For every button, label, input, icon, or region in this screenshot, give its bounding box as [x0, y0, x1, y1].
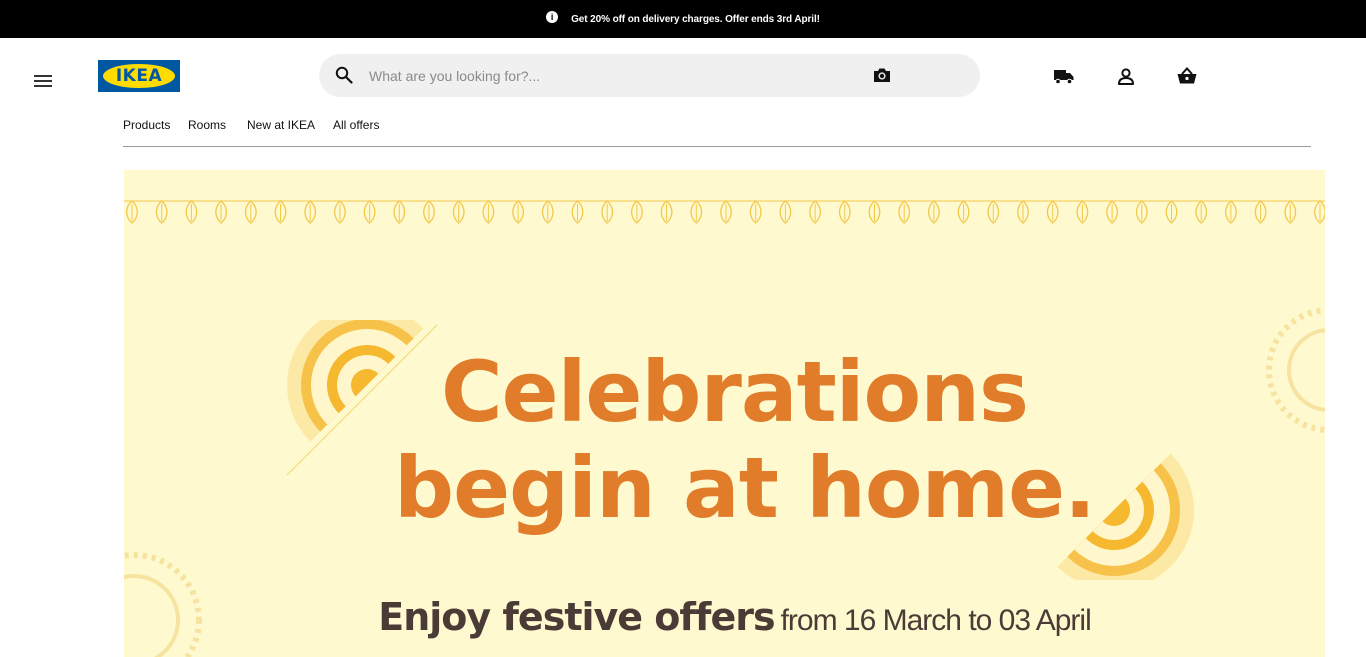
- announcement-text: Get 20% off on delivery charges. Offer e…: [571, 13, 820, 25]
- menu-icon[interactable]: [34, 74, 52, 88]
- banner-sub-dates: from 16 March to 03 April: [780, 604, 1092, 637]
- nav-all-offers[interactable]: All offers: [333, 118, 379, 136]
- banner-headline-line2: begin at home.: [393, 439, 1096, 537]
- user-icon[interactable]: [1115, 66, 1137, 86]
- info-icon: i: [546, 10, 559, 23]
- leaf-border-pattern: [124, 200, 1325, 224]
- truck-icon[interactable]: [1053, 66, 1075, 86]
- logo-text: IKEA: [115, 66, 163, 86]
- search-icon[interactable]: [335, 66, 353, 84]
- main-nav: Products Rooms New at IKEA All offers: [123, 118, 379, 136]
- camera-icon[interactable]: [872, 66, 892, 84]
- announcement-bar: i Get 20% off on delivery charges. Offer…: [0, 0, 1366, 38]
- ikea-logo[interactable]: IKEA: [98, 60, 180, 92]
- nav-products[interactable]: Products: [123, 118, 188, 136]
- nav-rooms[interactable]: Rooms: [188, 118, 247, 136]
- nav-new-at-ikea[interactable]: New at IKEA: [247, 118, 333, 136]
- search-input[interactable]: [369, 54, 849, 97]
- banner-sub-strong: Enjoy festive offers: [378, 595, 775, 639]
- search-bar: [319, 54, 980, 97]
- banner-headline-line1: Celebrations: [440, 343, 1029, 441]
- nav-divider: [123, 146, 1311, 147]
- banner-subheadline: Enjoy festive offers from 16 March to 03 …: [124, 598, 1325, 636]
- hero-banner[interactable]: Celebrations begin at home. Enjoy festiv…: [124, 170, 1325, 657]
- basket-icon[interactable]: [1176, 66, 1198, 86]
